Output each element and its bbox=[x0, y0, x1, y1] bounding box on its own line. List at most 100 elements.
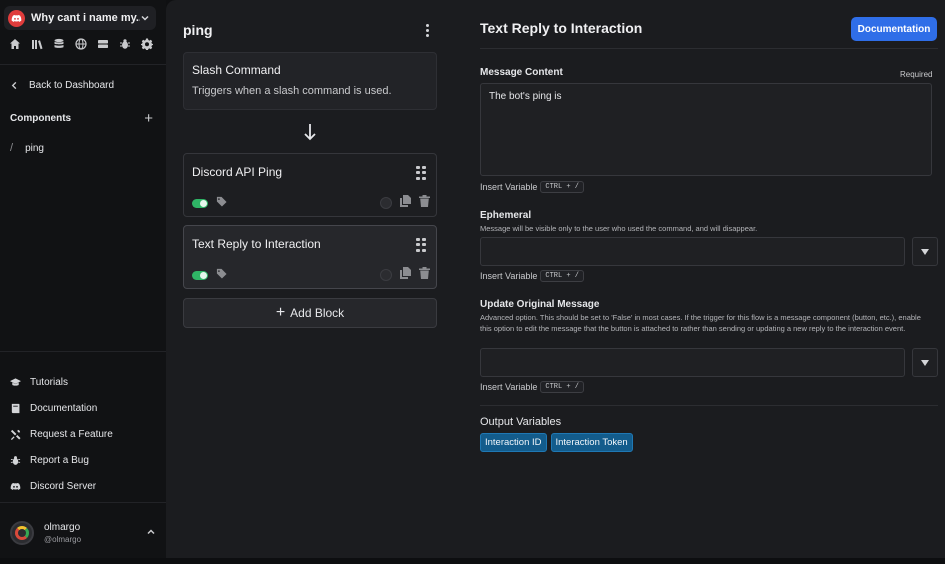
component-item-ping[interactable]: / ping bbox=[10, 142, 44, 154]
block-enabled-toggle[interactable] bbox=[192, 270, 208, 280]
sidebar-link-documentation[interactable]: Documentation bbox=[10, 395, 113, 421]
chevron-up-icon[interactable] bbox=[146, 524, 156, 542]
server-switcher[interactable]: Why cant i name my... bbox=[4, 6, 156, 30]
copy-icon[interactable] bbox=[400, 266, 411, 284]
select-checkbox[interactable] bbox=[380, 269, 392, 281]
update-original-description: Advanced option. This should be set to '… bbox=[480, 313, 921, 333]
caret-down-icon bbox=[921, 359, 929, 366]
block-tools bbox=[192, 194, 430, 212]
block-tools bbox=[192, 266, 430, 284]
block-title: Text Reply to Interaction bbox=[192, 237, 321, 251]
tag-icon[interactable] bbox=[216, 266, 227, 284]
gear-icon[interactable] bbox=[141, 38, 153, 50]
output-variables-label: Output Variables bbox=[480, 416, 562, 428]
block-card-text-reply[interactable]: Text Reply to Interaction bbox=[183, 225, 437, 289]
arrow-down-icon bbox=[304, 124, 316, 141]
sidebar-link-label: Documentation bbox=[30, 402, 98, 414]
graduation-cap-icon bbox=[10, 377, 21, 386]
ephemeral-label: Ephemeral bbox=[480, 210, 532, 221]
trigger-description: Triggers when a slash command is used. bbox=[192, 85, 392, 97]
block-card-discord-api-ping[interactable]: Discord API Ping bbox=[183, 153, 437, 217]
chevron-down-icon bbox=[141, 15, 149, 21]
copy-icon[interactable] bbox=[400, 194, 411, 212]
globe-icon[interactable] bbox=[75, 38, 87, 50]
ephemeral-description: Message will be visible only to the user… bbox=[480, 224, 758, 233]
discord-icon bbox=[10, 482, 21, 490]
back-to-dashboard-link[interactable]: Back to Dashboard bbox=[10, 80, 114, 91]
sidebar-link-label: Request a Feature bbox=[30, 428, 113, 440]
add-block-button[interactable]: + Add Block bbox=[183, 298, 437, 328]
flow-title: ping bbox=[183, 22, 213, 38]
update-original-dropdown-button[interactable] bbox=[912, 348, 938, 377]
panel-divider bbox=[480, 48, 938, 49]
bug-icon[interactable] bbox=[119, 38, 131, 50]
insert-variable-label: Insert Variable bbox=[480, 182, 538, 192]
block-title: Discord API Ping bbox=[192, 165, 283, 179]
add-block-label: Add Block bbox=[290, 306, 345, 320]
slash-icon: / bbox=[10, 142, 14, 154]
ephemeral-dropdown-button[interactable] bbox=[912, 237, 938, 266]
plus-icon: + bbox=[275, 304, 286, 321]
components-label: Components bbox=[10, 113, 72, 124]
user-info: olmargo @olmargo bbox=[44, 522, 146, 544]
insert-variable-link[interactable]: Insert Variable CTRL + / bbox=[480, 181, 584, 193]
output-variable-chip[interactable]: Interaction Token bbox=[550, 433, 633, 452]
shortcut-hint: CTRL + / bbox=[540, 181, 584, 193]
app-root: Why cant i name my... Back to Dashboard … bbox=[0, 0, 945, 564]
user-handle: @olmargo bbox=[44, 535, 82, 544]
select-checkbox[interactable] bbox=[380, 197, 392, 209]
library-icon[interactable] bbox=[31, 38, 43, 50]
home-icon[interactable] bbox=[9, 38, 21, 50]
output-variable-chip[interactable]: Interaction ID bbox=[480, 433, 547, 452]
trash-icon[interactable] bbox=[419, 194, 430, 212]
sidebar-link-report-bug[interactable]: Report a Bug bbox=[10, 447, 113, 473]
message-content-label: Message Content bbox=[480, 67, 563, 78]
sidebar-link-label: Discord Server bbox=[30, 480, 97, 492]
more-options-icon[interactable] bbox=[423, 24, 431, 38]
shortcut-hint: CTRL + / bbox=[540, 270, 584, 282]
discord-logo-icon bbox=[8, 9, 25, 27]
user-name: olmargo bbox=[44, 522, 81, 533]
avatar-ring bbox=[15, 526, 29, 540]
insert-variable-link[interactable]: Insert Variable CTRL + / bbox=[480, 270, 584, 282]
required-indicator: Required bbox=[900, 70, 933, 79]
insert-variable-link[interactable]: Insert Variable CTRL + / bbox=[480, 381, 584, 393]
tag-icon[interactable] bbox=[216, 194, 227, 212]
insert-variable-label: Insert Variable bbox=[480, 271, 538, 281]
ephemeral-select[interactable] bbox=[480, 237, 905, 266]
panel-title: Text Reply to Interaction bbox=[480, 20, 643, 36]
sidebar-divider bbox=[0, 64, 166, 65]
database-icon[interactable] bbox=[53, 38, 65, 50]
drag-handle-icon[interactable] bbox=[416, 166, 426, 180]
caret-down-icon bbox=[921, 248, 929, 255]
update-original-select[interactable] bbox=[480, 348, 905, 377]
sidebar-link-request-feature[interactable]: Request a Feature bbox=[10, 421, 113, 447]
sidebar-nav-icons bbox=[9, 38, 153, 50]
trash-icon[interactable] bbox=[419, 266, 430, 284]
block-enabled-toggle[interactable] bbox=[192, 198, 208, 208]
main-area: ping Slash Command Triggers when a slash… bbox=[166, 0, 945, 558]
sidebar-link-label: Tutorials bbox=[30, 376, 68, 388]
sidebar-link-label: Report a Bug bbox=[30, 454, 89, 466]
tools-icon bbox=[10, 429, 21, 440]
chevron-left-icon bbox=[11, 81, 17, 90]
trigger-card[interactable]: Slash Command Triggers when a slash comm… bbox=[183, 52, 437, 110]
bug-icon bbox=[10, 455, 21, 465]
sidebar-link-discord-server[interactable]: Discord Server bbox=[10, 473, 113, 499]
user-menu[interactable]: olmargo @olmargo bbox=[10, 517, 156, 549]
documentation-button[interactable]: Documentation bbox=[851, 17, 937, 41]
back-to-dashboard-label: Back to Dashboard bbox=[29, 80, 115, 91]
panel-divider bbox=[480, 405, 938, 406]
sidebar-link-tutorials[interactable]: Tutorials bbox=[10, 369, 113, 395]
server-name: Why cant i name my... bbox=[31, 12, 140, 24]
add-component-icon[interactable]: + bbox=[144, 111, 153, 126]
sidebar-divider bbox=[0, 502, 166, 503]
server-icon[interactable] bbox=[97, 38, 109, 50]
output-variables-list: Interaction ID Interaction Token bbox=[480, 433, 633, 452]
message-content-input[interactable]: The bot's ping is bbox=[480, 83, 932, 176]
book-icon bbox=[11, 403, 20, 413]
update-original-label: Update Original Message bbox=[480, 299, 600, 310]
shortcut-hint: CTRL + / bbox=[540, 381, 584, 393]
drag-handle-icon[interactable] bbox=[416, 238, 426, 252]
sidebar: Why cant i name my... Back to Dashboard … bbox=[0, 0, 166, 564]
